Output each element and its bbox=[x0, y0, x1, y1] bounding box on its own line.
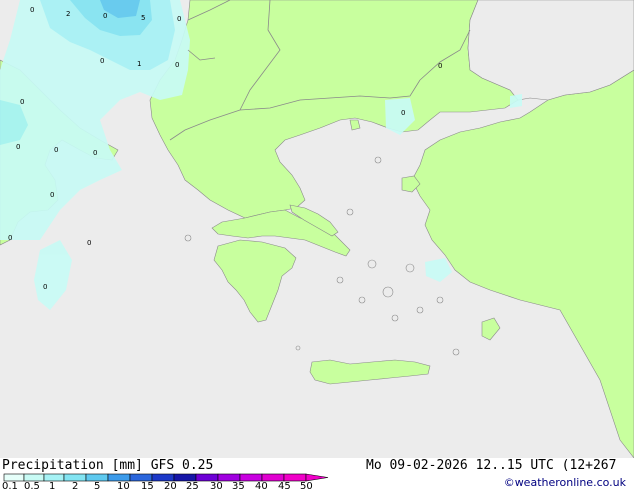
scale-swatch bbox=[43, 473, 65, 482]
tick-label: 35 bbox=[232, 481, 245, 490]
island bbox=[295, 345, 301, 351]
island bbox=[405, 263, 415, 273]
island bbox=[436, 296, 444, 304]
island bbox=[452, 348, 460, 356]
tick-label: 15 bbox=[141, 481, 154, 490]
scale-swatch bbox=[23, 473, 45, 482]
scale-swatch bbox=[283, 473, 307, 482]
tick-label: 50 bbox=[300, 481, 313, 490]
value-label: 0 bbox=[177, 15, 181, 23]
color-scale bbox=[3, 473, 329, 482]
value-label: 0 bbox=[20, 98, 24, 106]
tick-label: 30 bbox=[210, 481, 223, 490]
scale-swatch bbox=[85, 473, 109, 482]
value-label: 0 bbox=[438, 62, 442, 70]
tick-label: 20 bbox=[164, 481, 177, 490]
weather-map: 0 2 0 5 0 0 1 0 0 0 0 0 0 0 0 0 0 0 Prec… bbox=[0, 0, 634, 490]
tick-label: 0.1 bbox=[2, 481, 18, 490]
scale-swatch bbox=[261, 473, 285, 482]
value-label: 0 bbox=[30, 6, 34, 14]
value-label: 0 bbox=[8, 234, 12, 242]
precip-light-thrace bbox=[510, 94, 522, 108]
island bbox=[367, 259, 377, 269]
value-label: 2 bbox=[66, 10, 70, 18]
value-label: 1 bbox=[137, 60, 141, 68]
island bbox=[346, 208, 354, 216]
credit-link[interactable]: ©weatheronline.co.uk bbox=[504, 476, 626, 489]
scale-swatch bbox=[129, 473, 153, 482]
tick-label: 45 bbox=[278, 481, 291, 490]
value-label: 0 bbox=[100, 57, 104, 65]
scale-swatch bbox=[107, 473, 131, 482]
scale-swatch bbox=[173, 473, 197, 482]
tick-label: 0.5 bbox=[24, 481, 40, 490]
scale-swatch bbox=[3, 473, 25, 482]
scale-swatch bbox=[217, 473, 241, 482]
scale-swatch bbox=[151, 473, 175, 482]
value-label: 0 bbox=[103, 12, 107, 20]
precipitation-map: 0 2 0 5 0 0 1 0 0 0 0 0 0 0 0 0 0 0 bbox=[0, 0, 634, 490]
island bbox=[184, 234, 192, 242]
value-label: 0 bbox=[43, 283, 47, 291]
value-label: 0 bbox=[175, 61, 179, 69]
value-label: 5 bbox=[141, 14, 145, 22]
tick-label: 1 bbox=[49, 481, 56, 490]
island bbox=[391, 314, 399, 322]
island bbox=[382, 286, 394, 298]
value-label: 0 bbox=[401, 109, 405, 117]
value-label: 0 bbox=[16, 143, 20, 151]
tick-label: 2 bbox=[72, 481, 79, 490]
scale-swatch bbox=[239, 473, 263, 482]
value-label: 0 bbox=[87, 239, 91, 247]
model-text: GFS 0.25 bbox=[150, 458, 214, 473]
tick-label: 40 bbox=[255, 481, 268, 490]
scale-swatch bbox=[63, 473, 87, 482]
value-label: 0 bbox=[54, 146, 58, 154]
island bbox=[336, 276, 344, 284]
tick-label: 5 bbox=[94, 481, 101, 490]
island bbox=[416, 306, 424, 314]
island bbox=[358, 296, 366, 304]
map-title: Precipitation [mm] GFS 0.25 bbox=[2, 458, 213, 473]
tick-label: 10 bbox=[117, 481, 130, 490]
island bbox=[374, 156, 382, 164]
valid-time: Mo 09-02-2026 12..15 UTC (12+267 bbox=[366, 458, 617, 473]
value-label: 0 bbox=[50, 191, 54, 199]
scale-swatch bbox=[195, 473, 219, 482]
value-label: 0 bbox=[93, 149, 97, 157]
tick-label: 25 bbox=[186, 481, 199, 490]
title-text: Precipitation [mm] bbox=[2, 458, 143, 473]
thasos bbox=[349, 119, 361, 131]
